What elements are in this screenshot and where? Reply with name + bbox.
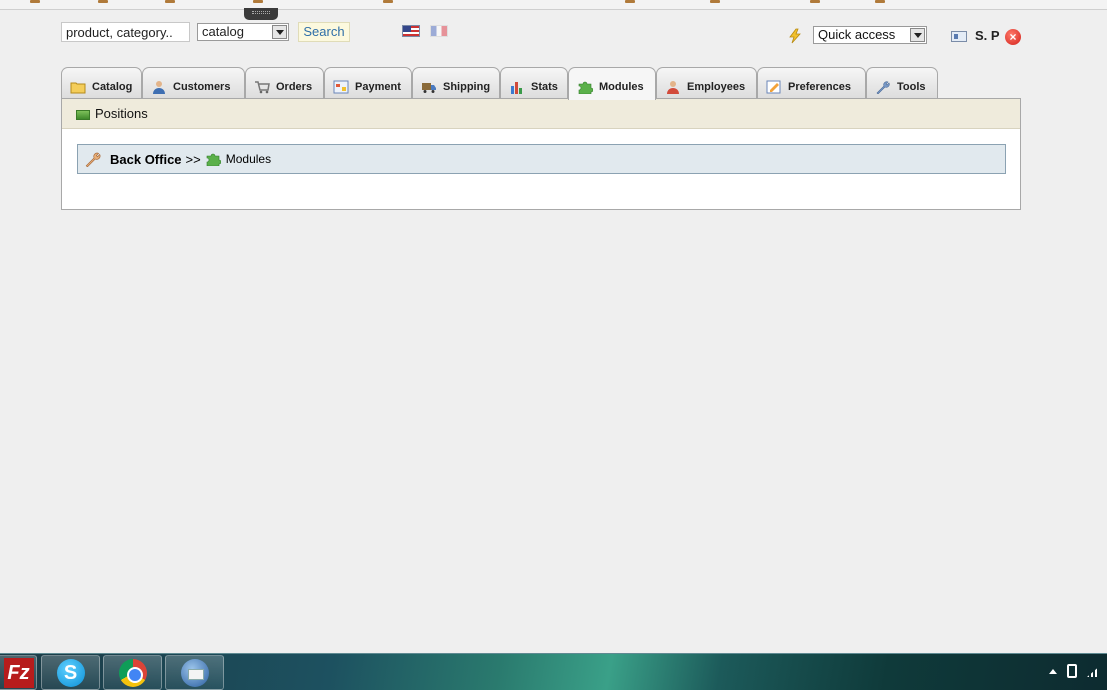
user-card-icon[interactable] <box>951 31 967 42</box>
logout-icon[interactable]: × <box>1005 29 1021 45</box>
tray-expand-icon[interactable] <box>1049 668 1057 674</box>
tab-customers[interactable]: Customers <box>142 67 245 99</box>
cart-icon <box>255 80 270 93</box>
tab-employees[interactable]: Employees <box>656 67 757 99</box>
tab-label: Customers <box>173 80 231 93</box>
tab-label: Payment <box>355 80 401 93</box>
truck-icon <box>422 82 436 93</box>
payment-icon <box>333 80 349 93</box>
search-scope-select[interactable]: catalog <box>197 23 289 41</box>
quick-access-label: Quick access <box>818 27 896 42</box>
signal-icon[interactable] <box>1087 665 1101 677</box>
customer-icon <box>153 80 165 94</box>
chevron-down-icon[interactable] <box>272 25 287 39</box>
tab-label: Stats <box>531 80 558 93</box>
positions-icon <box>76 110 90 120</box>
tab-label: Shipping <box>443 80 491 93</box>
search-scope-value: catalog <box>202 24 244 39</box>
chrome-icon <box>118 658 147 687</box>
wrench-icon <box>876 80 890 94</box>
system-tray <box>1049 664 1101 678</box>
breadcrumb-root[interactable]: Back Office <box>110 152 182 167</box>
tab-label: Employees <box>687 80 746 93</box>
thunderbird-icon <box>180 658 209 687</box>
user-name[interactable]: S. P <box>975 28 1000 43</box>
tab-preferences[interactable]: Preferences <box>757 67 866 99</box>
tab-label: Catalog <box>92 80 133 93</box>
breadcrumb-separator: >> <box>185 151 201 167</box>
english-flag-icon[interactable] <box>402 25 420 37</box>
tab-modules[interactable]: Modules <box>568 67 656 100</box>
tab-payment[interactable]: Payment <box>324 67 412 99</box>
chevron-down-icon[interactable] <box>910 28 925 42</box>
content-panel: Positions Back Office >> Modules <box>61 98 1021 210</box>
tab-stats[interactable]: Stats <box>500 67 568 99</box>
tab-label: Orders <box>276 80 313 93</box>
skype-icon: S <box>56 658 85 687</box>
employee-icon <box>667 80 679 94</box>
tab-catalog[interactable]: Catalog <box>61 67 142 99</box>
preferences-icon <box>766 80 781 93</box>
tab-orders[interactable]: Orders <box>245 67 324 99</box>
browser-bookmarks-strip <box>0 0 1107 10</box>
tab-label: Preferences <box>788 80 851 93</box>
tooltip-tab <box>244 8 278 20</box>
search-input[interactable] <box>61 22 190 42</box>
lightning-icon <box>789 28 801 44</box>
taskbar-chrome-button[interactable] <box>103 655 162 690</box>
french-flag-icon[interactable] <box>430 25 448 37</box>
wrench-icon <box>85 152 101 167</box>
chart-icon <box>511 81 522 94</box>
taskbar-thunderbird-button[interactable] <box>165 655 224 690</box>
taskbar-skype-button[interactable]: S <box>41 655 100 690</box>
breadcrumb: Back Office >> Modules <box>77 144 1006 174</box>
tab-label: Modules <box>599 81 644 93</box>
folder-icon <box>70 82 86 93</box>
taskbar-filezilla-button[interactable]: Fz <box>0 655 37 690</box>
tab-shipping[interactable]: Shipping <box>412 67 500 99</box>
os-taskbar: Fz S <box>0 653 1107 690</box>
tab-tools[interactable]: Tools <box>866 67 938 99</box>
puzzle-icon <box>578 81 593 94</box>
subnav-bar: Positions <box>62 99 1020 129</box>
device-icon[interactable] <box>1067 664 1077 678</box>
quick-access-select[interactable]: Quick access <box>813 26 927 44</box>
tab-label: Tools <box>897 80 926 93</box>
search-button[interactable]: Search <box>298 22 350 42</box>
subnav-positions-link[interactable]: Positions <box>95 106 148 121</box>
filezilla-icon: Fz <box>3 657 34 688</box>
puzzle-icon <box>206 153 221 166</box>
breadcrumb-current: Modules <box>225 152 272 166</box>
